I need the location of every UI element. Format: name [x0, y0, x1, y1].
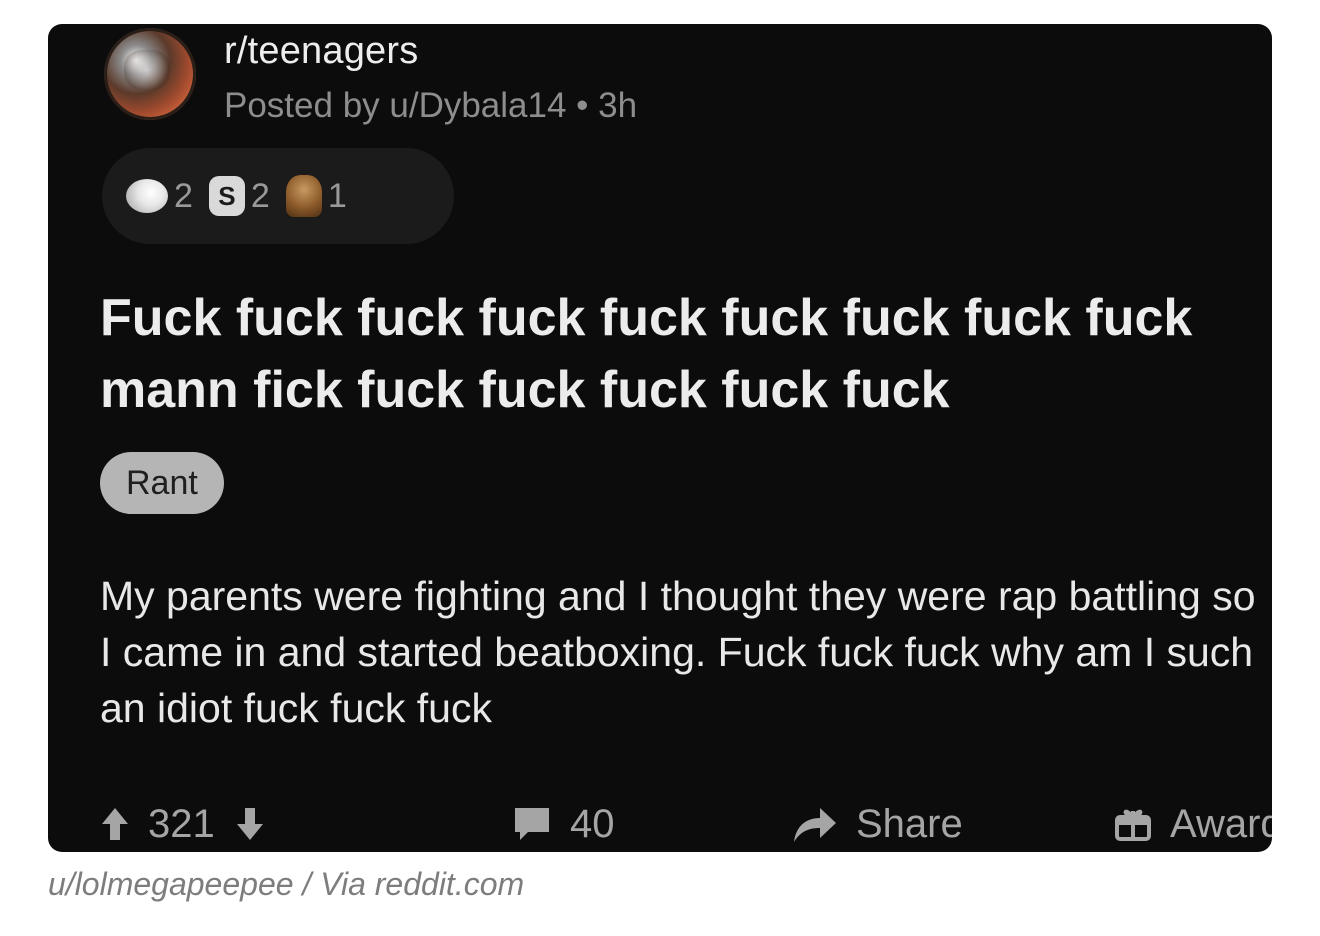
subreddit-avatar[interactable]: [104, 28, 196, 120]
post-body: My parents were fighting and I thought t…: [100, 573, 1256, 731]
gift-icon: [1114, 805, 1152, 843]
comments-button[interactable]: 40: [512, 796, 615, 852]
award-count: 2: [250, 176, 270, 215]
comments-count: 40: [570, 801, 615, 846]
share-button[interactable]: Share: [790, 796, 963, 852]
post-title[interactable]: Fuck fuck fuck fuck fuck fuck fuck fuck …: [100, 282, 1240, 426]
post-author-line[interactable]: Posted by u/Dybala14 • 3h: [224, 86, 637, 126]
share-label: Share: [856, 801, 963, 846]
award-bronze: 1: [285, 175, 347, 217]
post-flair[interactable]: Rant: [100, 452, 224, 514]
downvote-arrow-icon[interactable]: [235, 806, 265, 842]
vote-count: 321: [148, 801, 215, 846]
silver-award-icon: S: [208, 176, 245, 216]
award-silver: S 2: [208, 176, 270, 216]
vote-controls: 321: [100, 796, 265, 852]
share-arrow-icon: [790, 804, 838, 844]
award-wholesome: 2: [126, 177, 193, 216]
wholesome-award-icon: [126, 179, 168, 213]
post-action-bar: 321 40 Share Award: [100, 796, 1272, 852]
subreddit-name[interactable]: r/teenagers: [224, 30, 418, 73]
award-count: 1: [327, 176, 347, 215]
source-caption[interactable]: u/lolmegapeepee / Via reddit.com: [48, 866, 524, 903]
comment-bubble-icon: [512, 805, 552, 843]
reddit-post-card: r/teenagers Posted by u/Dybala14 • 3h 2 …: [48, 24, 1272, 852]
bronze-award-icon: [285, 175, 322, 217]
award-button[interactable]: Award: [1114, 796, 1272, 852]
awards-bar[interactable]: 2 S 2 1: [102, 148, 454, 244]
upvote-arrow-icon[interactable]: [100, 806, 130, 842]
award-label: Award: [1170, 801, 1272, 846]
award-count: 2: [174, 176, 193, 215]
